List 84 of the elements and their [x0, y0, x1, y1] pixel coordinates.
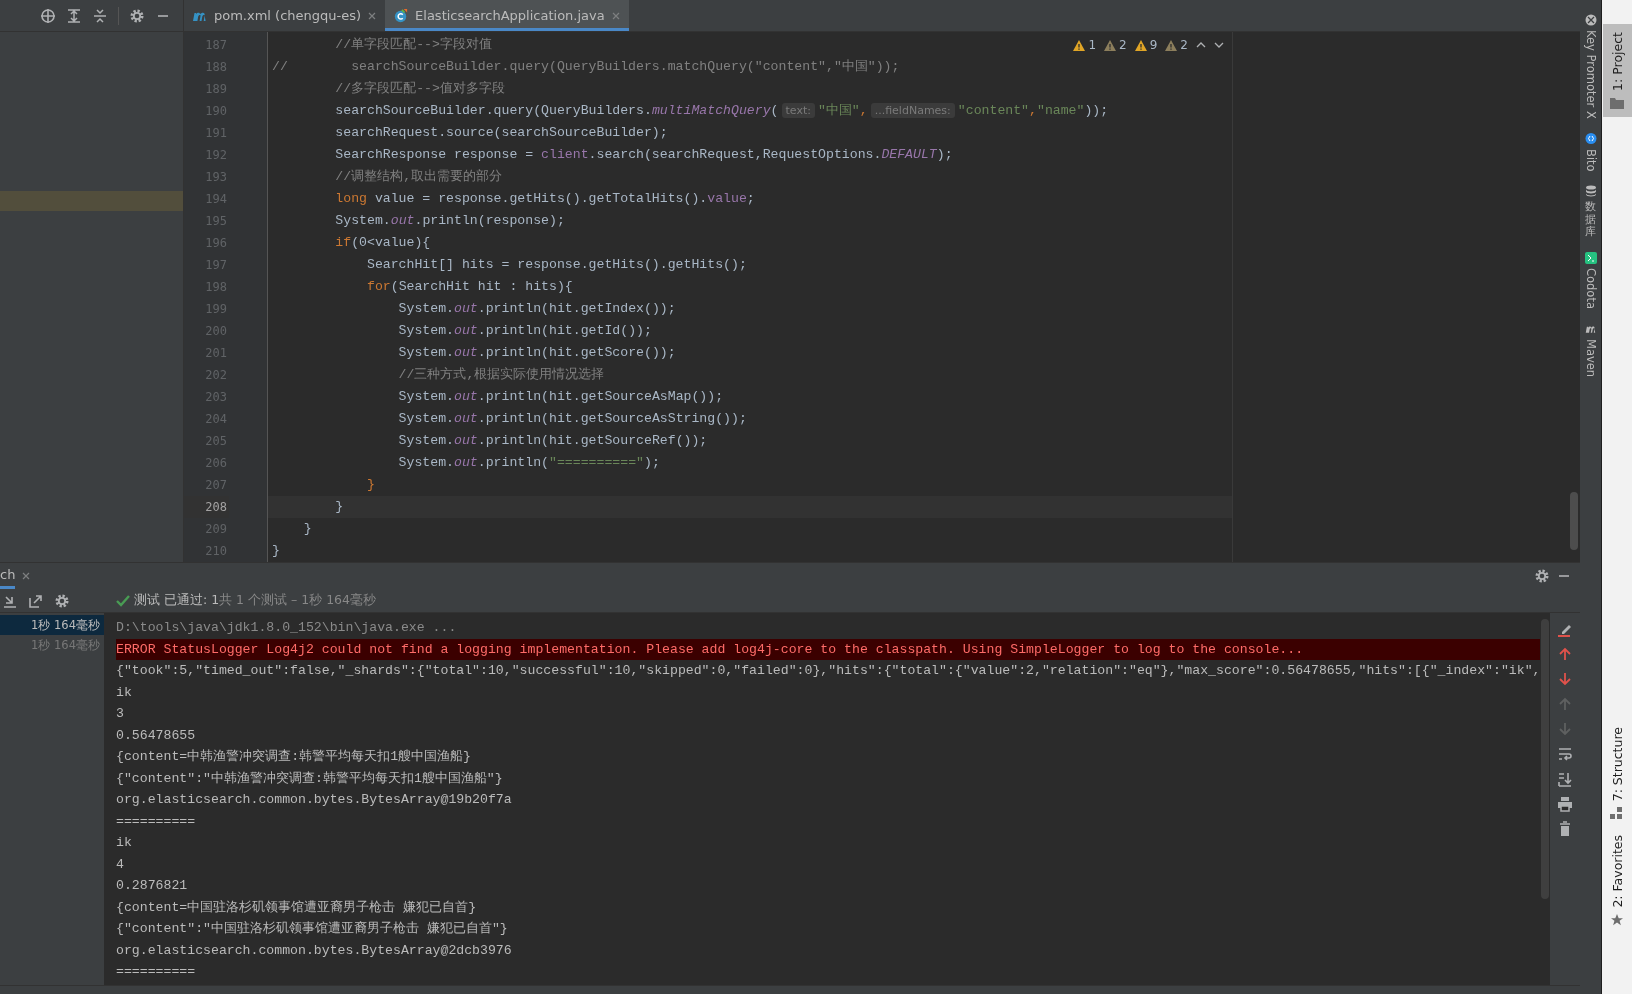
collapse-all-icon[interactable]: [92, 7, 108, 24]
console-line: org.elasticsearch.common.bytes.BytesArray@2dcb3976: [116, 942, 512, 958]
code-line: System.out.println(hit.getId());: [397, 323, 652, 338]
database-icon: [1584, 185, 1597, 198]
code-line: }: [334, 499, 344, 514]
terminal-icon: [1584, 251, 1597, 264]
code-line: System.out.println(hit.getSourceRef());: [397, 433, 708, 448]
expand-all-icon[interactable]: [66, 7, 82, 24]
arrow-down-icon[interactable]: [1557, 671, 1573, 687]
code-line: SearchResponse response = client.search(searchRequest,RequestOptions.DEFAULT);: [334, 147, 953, 162]
warning-count[interactable]: 2: [1165, 38, 1188, 52]
warning-count[interactable]: 1: [1073, 38, 1097, 52]
code-line: System.out.println(hit.getSourceAsMap());: [397, 389, 724, 404]
code-line: }: [365, 477, 375, 492]
code-line: System.out.println(hit.getScore());: [397, 345, 676, 360]
console-line: {"content":"中国驻洛杉矶领事馆遭亚裔男子枪击 嫌犯已自首"}: [116, 921, 508, 936]
test-summary: 共 1 个测试 – 1秒 164毫秒: [219, 592, 376, 609]
scrollbar-thumb[interactable]: [1570, 492, 1578, 550]
console-line: ERROR StatusLogger Log4j2 could not find a logging implementation. Please add log4j-core to the classpath. Using SimpleLogger to log to the console...: [116, 641, 1304, 657]
chevron-down-icon[interactable]: [1214, 42, 1224, 48]
code-line: System.out.println(hit.getIndex());: [397, 301, 676, 316]
scroll-to-end-icon[interactable]: [1557, 771, 1573, 787]
console-line: 0.2876821: [116, 878, 188, 893]
close-icon[interactable]: [367, 10, 378, 21]
console-line: ==========: [116, 813, 196, 829]
code-line: if(0<value){: [334, 235, 431, 250]
settings-icon[interactable]: [54, 592, 70, 609]
test-duration[interactable]: 1秒 164毫秒: [0, 615, 104, 635]
star-icon: [1610, 914, 1624, 926]
code-line: System.out.println(hit.getSourceAsString());: [397, 411, 747, 426]
tool-window-button[interactable]: Bito: [1583, 148, 1598, 172]
console-line: {content=中国驻洛杉矶领事馆遭亚裔男子枪击 嫌犯已自首}: [116, 899, 477, 915]
editor-tab[interactable]: pom.xml (chengqu-es): [184, 0, 386, 31]
structure-icon: [1610, 807, 1624, 820]
console-line: {"content":"中韩渔警冲突调查:韩警平均每天扣1艘中国渔船"}: [116, 770, 503, 786]
code-line: searchSourceBuilder.query(QueryBuilders.multiMatchQuery( text: "中国", ...fieldNames: "content","name"));: [334, 103, 1109, 118]
test-status: 测试 已通过: 1: [134, 592, 220, 609]
console-line: D:\tools\java\jdk1.8.0_152\bin\java.exe ...: [116, 620, 457, 635]
class-icon: [393, 8, 410, 23]
chevron-up-icon[interactable]: [1196, 42, 1206, 48]
code-line: //多字段匹配-->值对多字段: [334, 81, 505, 96]
close-icon[interactable]: [21, 571, 32, 581]
arrow-up-icon[interactable]: [1557, 646, 1573, 662]
code-line: //调整结构,取出需要的部分: [334, 169, 503, 184]
console-line: {"took":5,"timed_out":false,"_shards":{"total":10,"successful":10,"skipped":0,"failed":0},"hits":{"total":{"value":2,"relation":"eq"},"max_score":0.56478655,"hits":[{"_index":"ik",: [116, 663, 1540, 678]
tool-window-button[interactable]: Maven: [1583, 338, 1598, 377]
folder-icon: [1610, 96, 1624, 109]
settings-icon[interactable]: [1534, 568, 1550, 584]
code-line: searchRequest.source(searchSourceBuilder);: [334, 125, 668, 140]
console-line: org.elasticsearch.common.bytes.BytesArray@19b20f7a: [116, 792, 512, 807]
locate-icon[interactable]: [40, 7, 56, 24]
tool-window-button[interactable]: 7: Structure: [1602, 719, 1632, 828]
code-line: SearchHit[] hits = response.getHits().getHits();: [365, 257, 747, 272]
console-line: ik: [116, 684, 132, 700]
code-line: }: [302, 521, 312, 536]
code-line: //三种方式,根据实际使用情况选择: [397, 367, 605, 382]
warning-count[interactable]: 2: [1104, 38, 1127, 52]
tool-window-button[interactable]: 2: Favorites: [1602, 827, 1632, 934]
code-line: System.out.println("==========");: [397, 455, 660, 470]
soft-wrap-icon[interactable]: [1557, 746, 1573, 762]
console-line: {content=中韩渔警冲突调查:韩警平均每天扣1艘中国渔船}: [116, 749, 471, 764]
check-icon: [116, 594, 130, 607]
trash-icon[interactable]: [1557, 821, 1573, 837]
console-line: 3: [116, 706, 124, 721]
console-line: 4: [116, 856, 124, 872]
tool-window-button[interactable]: Codota: [1583, 267, 1598, 309]
tool-window-button[interactable]: 数据库: [1585, 201, 1596, 238]
code-line: for(SearchHit hit : hits){: [365, 279, 573, 294]
code-line: }: [272, 543, 280, 558]
console-line: ==========: [116, 964, 196, 979]
code-line: System.out.println(response);: [334, 213, 565, 228]
tool-window-button[interactable]: Key Promoter X: [1583, 30, 1598, 119]
code-line: long value = response.getHits().getTotalHits().value;: [334, 191, 755, 206]
editor-tab[interactable]: ElasticsearchApplication.java: [385, 0, 629, 31]
code-line: // searchSourceBuilder.query(QueryBuilders.matchQuery("content","中国"));: [272, 59, 900, 74]
settings-icon[interactable]: [129, 7, 145, 24]
console-line: ik: [116, 835, 132, 850]
tool-window-button[interactable]: 1: Project: [1602, 24, 1632, 117]
warning-count[interactable]: 9: [1134, 38, 1158, 52]
print-icon[interactable]: [1557, 796, 1573, 812]
code-line: //单字段匹配-->字段对值: [334, 37, 492, 52]
scrollbar-thumb[interactable]: [1541, 619, 1549, 899]
export-icon[interactable]: [28, 592, 44, 609]
console-line: 0.56478655: [116, 727, 196, 743]
